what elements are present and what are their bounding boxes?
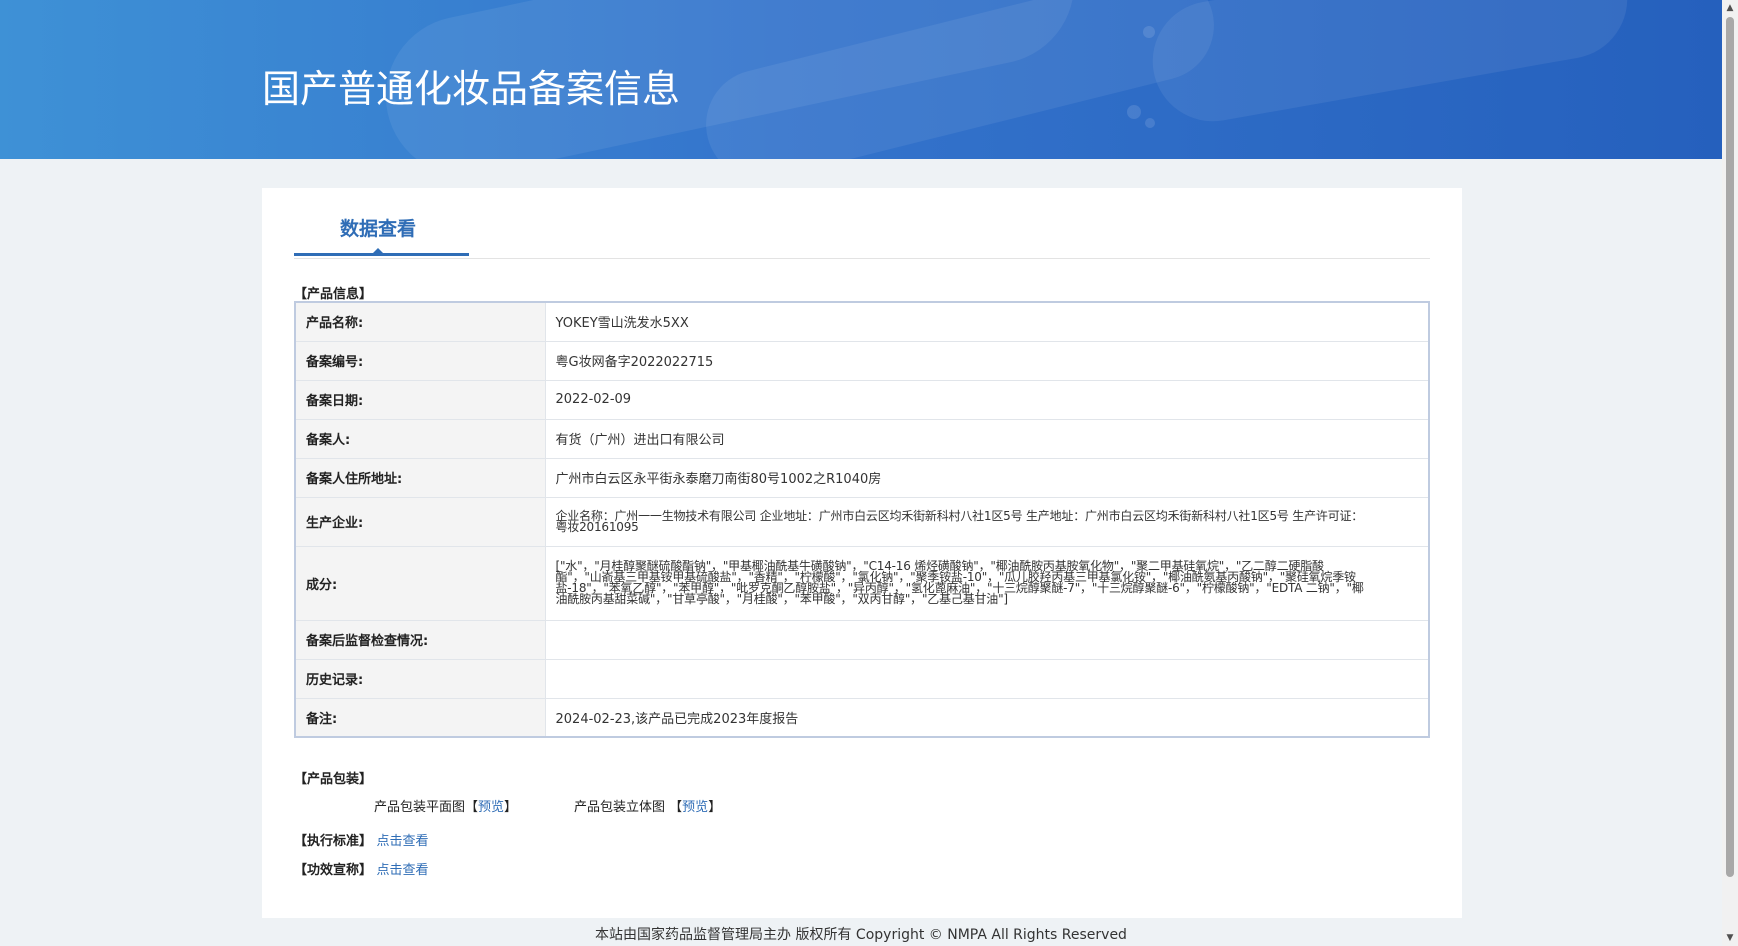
table-row: 备案编号: 粤G妆网备字2022022715 [294,340,1430,381]
row-value: ["水"，"月桂醇聚醚硫酸酯钠"，"甲基椰油酰基牛磺酸钠"，"C14-16 烯烃… [544,545,1430,621]
bracket-close: 】 [504,800,518,815]
bracket-open: 【 [669,800,683,815]
row-value: 有货（广州）进出口有限公司 [544,418,1430,459]
scroll-up-arrow-icon[interactable]: ▲ [1722,0,1738,16]
table-row: 备注: 2024-02-23,该产品已完成2023年度报告 [294,697,1430,738]
efficacy-view-link[interactable]: 点击查看 [377,863,429,878]
standard-heading: 【执行标准】 [294,834,373,849]
row-value: 粤G妆网备字2022022715 [544,340,1430,381]
packaging-flat-item: 产品包装平面图【预览】 [374,796,517,815]
row-label: 备案人: [294,418,546,459]
banner-decoration [1143,26,1155,38]
row-label: 生产企业: [294,496,546,547]
row-value [544,658,1430,699]
table-row: 备案后监督检查情况: [294,619,1430,660]
scroll-down-arrow-icon[interactable]: ▼ [1722,930,1738,946]
row-value [544,619,1430,660]
table-row: 备案人住所地址: 广州市白云区永平街永泰磨刀南街80号1002之R1040房 [294,457,1430,498]
product-info-heading: 【产品信息】 [294,287,373,302]
preview-solid-link[interactable]: 预览 [682,800,708,815]
standard-view-link[interactable]: 点击查看 [377,834,429,849]
row-value: 广州市白云区永平街永泰磨刀南街80号1002之R1040房 [544,457,1430,498]
row-value: YOKEY雪山洗发水5XX [544,301,1430,342]
row-label: 成分: [294,545,546,621]
tab-data-view[interactable]: 数据查看 [294,188,469,256]
row-label: 产品名称: [294,301,546,342]
table-row: 成分: ["水"，"月桂醇聚醚硫酸酯钠"，"甲基椰油酰基牛磺酸钠"，"C14-1… [294,545,1430,621]
row-label: 历史记录: [294,658,546,699]
header-banner: 国产普通化妆品备案信息 [0,0,1722,159]
row-value: 2022-02-09 [544,379,1430,420]
preview-flat-link[interactable]: 预览 [478,800,504,815]
page-title: 国产普通化妆品备案信息 [262,67,681,111]
table-row: 历史记录: [294,658,1430,699]
content-card: 数据查看 【产品信息】 产品名称: YOKEY雪山洗发水5XX 备案编号: 粤G… [262,188,1462,918]
product-info-table: 产品名称: YOKEY雪山洗发水5XX 备案编号: 粤G妆网备字20220227… [294,301,1430,738]
efficacy-heading: 【功效宣称】 [294,863,373,878]
banner-decoration [1145,118,1155,128]
scrollbar[interactable]: ▲ ▼ [1722,0,1738,946]
row-value: 企业名称：广州一一生物技术有限公司 企业地址：广州市白云区均禾街新科村八社1区5… [544,496,1430,547]
row-label: 备案后监督检查情况: [294,619,546,660]
tab-label: 数据查看 [340,218,417,240]
table-row: 产品名称: YOKEY雪山洗发水5XX [294,301,1430,342]
bracket-close: 】 [708,800,722,815]
row-label: 备案人住所地址: [294,457,546,498]
scrollbar-thumb[interactable] [1726,17,1734,877]
row-label: 备案编号: [294,340,546,381]
row-label: 备案日期: [294,379,546,420]
row-value: 2024-02-23,该产品已完成2023年度报告 [544,697,1430,738]
banner-decoration [1143,0,1637,131]
table-row: 备案人: 有货（广州）进出口有限公司 [294,418,1430,459]
footer-copyright: 本站由国家药品监督管理局主办 版权所有 Copyright © NMPA All… [595,927,1127,943]
table-row: 生产企业: 企业名称：广州一一生物技术有限公司 企业地址：广州市白云区均禾街新科… [294,496,1430,547]
efficacy-item: 【功效宣称】 点击查看 [294,859,429,878]
caret-up-icon [372,248,384,254]
standard-item: 【执行标准】 点击查看 [294,830,429,849]
banner-decoration [1127,105,1141,119]
bracket-open: 【 [465,800,479,815]
packaging-solid-label: 产品包装立体图 [574,800,666,815]
packaging-heading: 【产品包装】 [294,772,373,787]
tab-bar: 数据查看 [294,188,1430,259]
table-row: 备案日期: 2022-02-09 [294,379,1430,420]
packaging-flat-label: 产品包装平面图 [374,800,466,815]
packaging-solid-item: 产品包装立体图 【预览】 [574,796,721,815]
row-label: 备注: [294,697,546,738]
